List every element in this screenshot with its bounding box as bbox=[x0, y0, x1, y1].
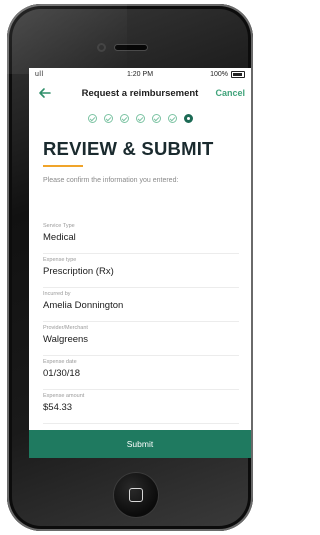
nav-bar: Request a reimbursement Cancel bbox=[29, 84, 251, 104]
field-expense-type: Expense type Prescription (Rx) bbox=[43, 254, 239, 288]
page-title: REVIEW & SUBMIT bbox=[43, 138, 214, 159]
home-square-icon bbox=[129, 488, 143, 502]
field-incurred-by: Incurred by Amelia Donnington bbox=[43, 288, 239, 322]
step-dot-current bbox=[183, 114, 193, 123]
status-right: 100% bbox=[210, 71, 245, 78]
step-dot-complete bbox=[87, 114, 97, 123]
field-value: Walgreens bbox=[43, 334, 89, 345]
field-label: Expense date bbox=[43, 359, 77, 365]
battery-icon bbox=[231, 71, 245, 78]
field-provider-merchant: Provider/Merchant Walgreens bbox=[43, 322, 239, 356]
app-screen: ull 1:20 PM 100% Request a reimbursement… bbox=[29, 68, 251, 458]
stage: ull 1:20 PM 100% Request a reimbursement… bbox=[0, 0, 260, 535]
field-value: Amelia Donnington bbox=[43, 300, 124, 311]
step-dot-complete bbox=[151, 114, 161, 123]
field-expense-date: Expense date 01/30/18 bbox=[43, 356, 239, 390]
field-value: $54.33 bbox=[43, 402, 73, 413]
field-value: Medical bbox=[43, 232, 76, 243]
title-underline bbox=[43, 165, 83, 167]
step-dot-complete bbox=[167, 114, 177, 123]
home-button[interactable] bbox=[114, 473, 158, 517]
submit-label: Submit bbox=[126, 439, 154, 449]
battery-percent: 100% bbox=[210, 71, 228, 78]
field-value: 01/30/18 bbox=[43, 368, 80, 379]
field-service-type: Service Type Medical bbox=[43, 220, 239, 254]
cancel-button[interactable]: Cancel bbox=[215, 88, 245, 98]
field-label: Provider/Merchant bbox=[43, 325, 88, 331]
review-fields: Service Type Medical Expense type Prescr… bbox=[43, 220, 239, 424]
field-expense-amount: Expense amount $54.33 bbox=[43, 390, 239, 424]
progress-stepper bbox=[29, 114, 251, 126]
field-label: Expense type bbox=[43, 257, 77, 263]
speaker-grille bbox=[115, 45, 147, 50]
step-dot-complete bbox=[135, 114, 145, 123]
status-bar: ull 1:20 PM 100% bbox=[29, 68, 251, 82]
field-label: Service Type bbox=[43, 223, 75, 229]
field-label: Expense amount bbox=[43, 393, 85, 399]
step-dot-complete bbox=[119, 114, 129, 123]
step-dot-complete bbox=[103, 114, 113, 123]
field-value: Prescription (Rx) bbox=[43, 266, 114, 277]
camera-icon bbox=[97, 43, 106, 52]
submit-button[interactable]: Submit bbox=[29, 430, 251, 458]
instructions-text: Please confirm the information you enter… bbox=[43, 177, 179, 184]
phone-frame: ull 1:20 PM 100% Request a reimbursement… bbox=[7, 4, 253, 531]
field-label: Incurred by bbox=[43, 291, 71, 297]
